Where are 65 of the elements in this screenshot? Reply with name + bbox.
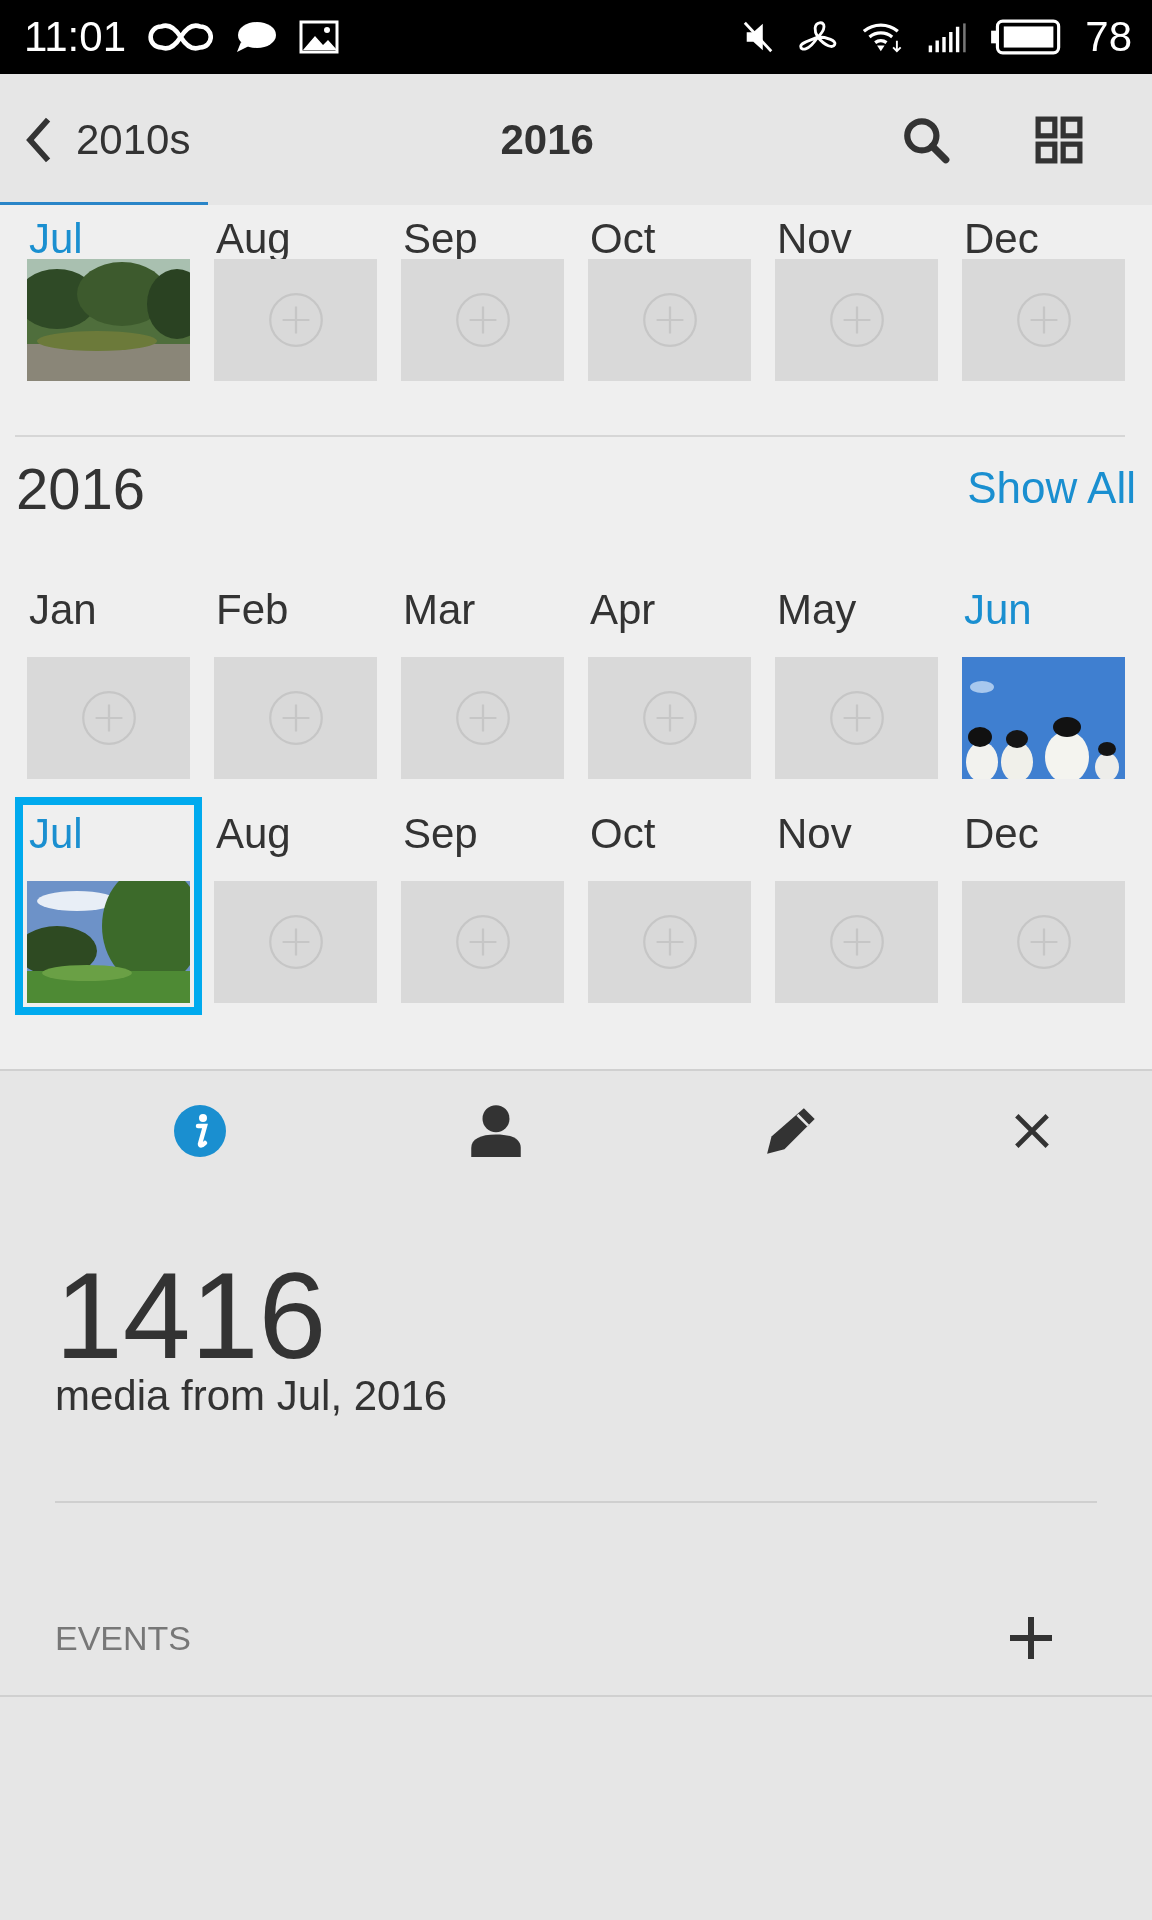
battery-level: 78 — [1085, 13, 1132, 61]
infinity-icon — [148, 20, 214, 54]
add-photo-placeholder[interactable] — [401, 881, 564, 1003]
month-label: Nov — [776, 809, 853, 859]
month-label: Apr — [589, 585, 657, 635]
year-title: 2016 — [16, 454, 146, 522]
month-cell[interactable]: May — [763, 573, 950, 791]
add-photo-placeholder[interactable] — [401, 657, 564, 779]
chat-icon — [235, 20, 278, 54]
screen-title: 2016 — [499, 115, 595, 164]
month-label: Oct — [589, 809, 657, 859]
person-icon — [469, 1104, 523, 1158]
signal-icon — [926, 20, 968, 54]
month-cell[interactable]: Mar — [389, 573, 576, 791]
add-photo-placeholder[interactable] — [962, 259, 1125, 381]
month-label: Aug — [215, 809, 292, 859]
month-cell[interactable]: Dec — [950, 207, 1137, 393]
info-icon — [173, 1104, 227, 1158]
month-cell[interactable]: Jan — [15, 573, 202, 791]
close-icon — [1013, 1112, 1051, 1150]
add-photo-placeholder[interactable] — [962, 881, 1125, 1003]
events-heading: EVENTS — [55, 1618, 192, 1658]
month-label: Sep — [402, 219, 479, 259]
month-label: Nov — [776, 219, 853, 259]
month-label: Sep — [402, 809, 479, 859]
month-label: Jul — [28, 219, 84, 259]
add-photo-placeholder[interactable] — [27, 657, 190, 779]
month-cell[interactable]: Dec — [950, 797, 1137, 1015]
month-cell[interactable]: Feb — [202, 573, 389, 791]
month-label: Mar — [402, 585, 477, 635]
add-photo-placeholder[interactable] — [588, 881, 751, 1003]
month-label: Dec — [963, 219, 1040, 259]
month-label: May — [776, 585, 858, 635]
month-cell[interactable]: Sep — [389, 797, 576, 1015]
status-time: 11:01 — [24, 13, 126, 61]
muted-speaker-icon — [741, 20, 774, 54]
month-label: Aug — [215, 219, 292, 259]
month-cell[interactable]: Oct — [576, 207, 763, 393]
month-label: Jan — [28, 585, 98, 635]
media-count: 1416 — [55, 1261, 327, 1371]
month-label: Oct — [589, 219, 657, 259]
month-cell[interactable]: Aug — [202, 207, 389, 393]
month-cell[interactable]: Nov — [763, 207, 950, 393]
month-cell[interactable]: Oct — [576, 797, 763, 1015]
add-photo-placeholder[interactable] — [775, 881, 938, 1003]
month-cell[interactable]: Apr — [576, 573, 763, 791]
month-cell[interactable]: Sep — [389, 207, 576, 393]
month-label: Feb — [215, 585, 290, 635]
add-photo-placeholder[interactable] — [775, 259, 938, 381]
media-caption: media from Jul, 2016 — [55, 1371, 449, 1421]
add-photo-placeholder[interactable] — [588, 657, 751, 779]
month-label: Jul — [28, 809, 84, 859]
month-cell[interactable]: Nov — [763, 797, 950, 1015]
month-label: Dec — [963, 809, 1040, 859]
month-label: Jun — [963, 585, 1033, 635]
add-photo-placeholder[interactable] — [775, 657, 938, 779]
add-photo-placeholder[interactable] — [214, 881, 377, 1003]
image-icon — [299, 20, 340, 54]
back-button[interactable]: 2010s — [24, 114, 191, 165]
month-cell[interactable]: Aug — [202, 797, 389, 1015]
add-photo-placeholder[interactable] — [588, 259, 751, 381]
add-photo-placeholder[interactable] — [214, 259, 377, 381]
add-photo-placeholder[interactable] — [214, 657, 377, 779]
add-photo-placeholder[interactable] — [401, 259, 564, 381]
add-icon[interactable] — [1008, 1615, 1054, 1661]
